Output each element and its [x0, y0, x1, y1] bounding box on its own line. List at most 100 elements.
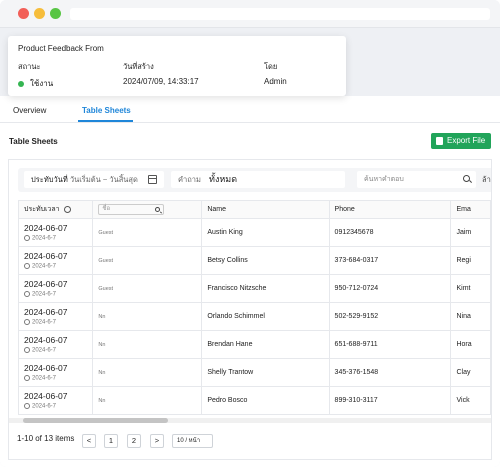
status-label: สถานะ [18, 62, 41, 71]
email-cell: Vick [450, 386, 491, 415]
name-cell: Francisco Nitzsche [201, 274, 330, 303]
tab-overview[interactable]: Overview [13, 106, 46, 115]
filter-bar: ประทับวันที่ วันเริ่มต้น ~ วันสิ้นสุด คำ… [18, 168, 491, 192]
title-bar [0, 0, 500, 28]
table-row[interactable]: 2024-06-07 2024-6-7 Guest Austin King 091… [17, 218, 491, 247]
page-2-button[interactable]: 2 [127, 434, 141, 448]
horizontal-scrollbar[interactable] [9, 418, 491, 423]
timestamp-cell: 2024-06-07 2024-6-7 [17, 330, 94, 359]
maximize-window-button[interactable] [50, 8, 61, 19]
table-row[interactable]: 2024-06-07 2024-6-7 Nn Pedro Bosco 899-31… [17, 386, 491, 415]
created-date-label: วันที่สร้าง [123, 62, 154, 71]
name-cell: Austin King [201, 218, 330, 247]
calendar-icon[interactable] [148, 175, 157, 184]
column-header-email[interactable]: Ema [450, 200, 491, 219]
timestamp-cell: 2024-06-07 2024-6-7 [17, 302, 94, 331]
table-row[interactable]: 2024-06-07 2024-6-7 Nn Orlando Schimmel 5… [17, 302, 491, 331]
phone-cell: 899-310-3117 [328, 386, 452, 415]
status-text: ใช้งาน [30, 79, 54, 88]
page-size-select[interactable]: 10 / หน้า [172, 434, 213, 448]
search-icon[interactable] [463, 175, 470, 182]
name-cell: Shelly Trantow [201, 358, 330, 387]
answer-search-placeholder: ค้นหาคำตอบ [364, 176, 404, 183]
date-filter-label: ประทับวันที่ [31, 175, 68, 184]
info-icon[interactable] [63, 205, 71, 213]
date-range-filter[interactable]: ประทับวันที่ วันเริ่มต้น ~ วันสิ้นสุด [24, 171, 164, 188]
page-1-button[interactable]: 1 [104, 434, 118, 448]
email-cell: Regi [450, 246, 491, 275]
question-filter-value: ทั้งหมด [209, 174, 238, 184]
phone-cell: 502-529-9152 [328, 302, 452, 331]
question-filter[interactable]: คำถาม ทั้งหมด [171, 171, 345, 188]
timestamp-cell: 2024-06-07 2024-6-7 [17, 246, 94, 275]
clock-icon [24, 319, 30, 326]
next-page-button[interactable]: > [150, 434, 164, 448]
table-row[interactable]: 2024-06-07 2024-6-7 Nn Shelly Trantow 345… [17, 358, 491, 387]
user-cell: Nn [92, 302, 203, 331]
name-cell: Pedro Bosco [201, 386, 330, 415]
name-cell: Orlando Schimmel [201, 302, 330, 331]
search-icon[interactable] [155, 207, 161, 212]
column-header-name[interactable]: Name [201, 200, 330, 219]
user-cell: Nn [92, 386, 203, 415]
file-icon [436, 137, 443, 145]
main-panel: Overview Table Sheets Table Sheets Expor… [0, 96, 500, 467]
table-row[interactable]: 2024-06-07 2024-6-7 Guest Betsy Collins 3… [17, 246, 491, 275]
clear-filters-button[interactable]: ล้าง [482, 171, 491, 188]
export-file-label: Export File [447, 136, 486, 145]
timestamp-cell: 2024-06-07 2024-6-7 [17, 386, 94, 415]
clock-icon [24, 263, 30, 270]
pagination-summary: 1-10 of 13 items [17, 434, 75, 443]
phone-cell: 345-376-1548 [328, 358, 452, 387]
date-separator: ~ [102, 175, 108, 184]
clock-icon [24, 347, 30, 354]
date-start-input[interactable]: วันเริ่มต้น [70, 175, 101, 184]
name-cell: Betsy Collins [201, 246, 330, 275]
question-filter-label: คำถาม [178, 175, 201, 184]
answer-search-input[interactable]: ค้นหาคำตอบ [357, 171, 476, 188]
phone-cell: 950-712-0724 [328, 274, 452, 303]
user-cell: Guest [92, 218, 203, 247]
date-end-input[interactable]: วันสิ้นสุด [109, 175, 138, 184]
clock-icon [24, 291, 30, 298]
phone-cell: 651-688-9711 [328, 330, 452, 359]
export-file-button[interactable]: Export File [431, 133, 491, 149]
user-cell: Guest [92, 274, 203, 303]
address-bar[interactable] [70, 8, 490, 20]
user-cell: Nn [92, 330, 203, 359]
form-info-card: Product Feedback From สถานะ วันที่สร้าง … [8, 36, 346, 96]
email-cell: Hora [450, 330, 491, 359]
status-dot-icon [18, 80, 24, 87]
name-cell: Brendan Hane [201, 330, 330, 359]
scrollbar-thumb[interactable] [23, 418, 168, 423]
phone-cell: 0912345678 [328, 218, 452, 247]
phone-cell: 373-684-0317 [328, 246, 452, 275]
prev-page-button[interactable]: < [82, 434, 96, 448]
section-title: Table Sheets [9, 137, 58, 146]
column-header-phone[interactable]: Phone [328, 200, 452, 219]
timestamp-cell: 2024-06-07 2024-6-7 [17, 358, 94, 387]
table-row[interactable]: 2024-06-07 2024-6-7 Guest Francisco Nitzs… [17, 274, 491, 303]
minimize-window-button[interactable] [34, 8, 45, 19]
email-cell: Kimt [450, 274, 491, 303]
tabs-divider [0, 122, 500, 123]
email-cell: Nina [450, 302, 491, 331]
email-cell: Clay [450, 358, 491, 387]
clock-icon [24, 403, 30, 410]
table-row[interactable]: 2024-06-07 2024-6-7 Nn Brendan Hane 651-6… [17, 330, 491, 359]
created-date-value: 2024/07/09, 14:33:17 [123, 77, 199, 86]
responses-table: ประทับเวลา ชื่อ Name Phone Ema 2024-06-0… [17, 200, 491, 415]
browser-window: Product Feedback From สถานะ วันที่สร้าง … [0, 0, 500, 467]
column-header-timestamp[interactable]: ประทับเวลา [17, 200, 94, 219]
email-cell: Jaim [450, 218, 491, 247]
tab-table-sheets[interactable]: Table Sheets [82, 106, 131, 115]
timestamp-cell: 2024-06-07 2024-6-7 [17, 218, 94, 247]
column-header-user: ชื่อ [92, 200, 203, 219]
form-title: Product Feedback From [18, 44, 104, 53]
close-window-button[interactable] [18, 8, 29, 19]
name-filter-input[interactable]: ชื่อ [98, 204, 165, 215]
table-header-row: ประทับเวลา ชื่อ Name Phone Ema [17, 200, 491, 219]
created-by-label: โดย [264, 62, 278, 71]
user-cell: Guest [92, 246, 203, 275]
timestamp-cell: 2024-06-07 2024-6-7 [17, 274, 94, 303]
